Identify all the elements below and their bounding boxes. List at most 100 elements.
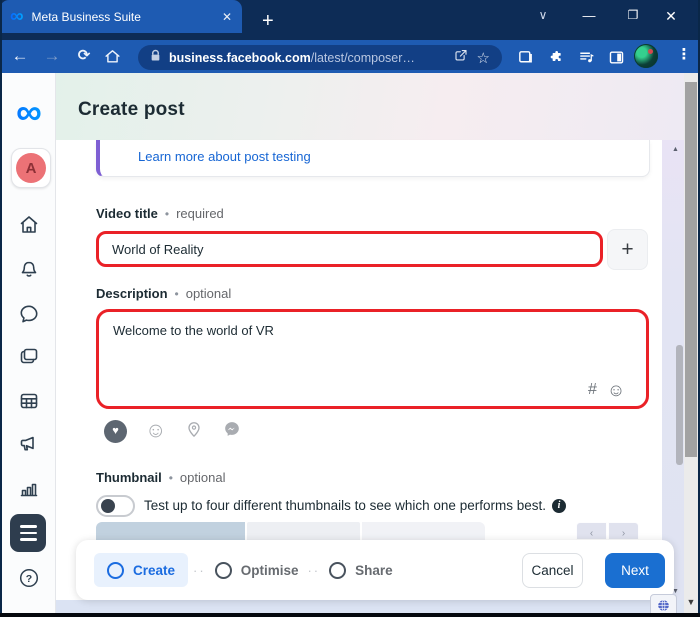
description-requirement: optional [185, 286, 232, 301]
meta-logo-icon[interactable]: ∞ [2, 94, 56, 130]
description-label: Description • optional [96, 286, 231, 301]
thumbnail-label-text: Thumbnail [96, 470, 162, 485]
step-separator: ·· [307, 562, 321, 578]
radio-optimise-icon [214, 561, 232, 579]
back-button[interactable]: ← [8, 46, 32, 66]
scroll-down-icon[interactable]: ▼ [684, 598, 698, 607]
heart-glyph: ♥ [112, 425, 119, 437]
url-domain: business.facebook.com [169, 50, 311, 65]
meta-favicon-icon: ∞ [10, 6, 24, 27]
share-icon[interactable] [453, 48, 469, 68]
sidebar-insights-chart-icon[interactable] [2, 477, 56, 501]
sidebar-content-posts-icon[interactable] [2, 345, 56, 369]
inner-scrollbar-thumb[interactable] [676, 345, 683, 465]
window-close-button[interactable]: ✕ [658, 8, 684, 25]
browser-window: ∞ Meta Business Suite ✕ + ∨ — ❐ ✕ ← → ⟳ … [0, 0, 700, 617]
step-optimise-label: Optimise [240, 562, 299, 578]
info-icon[interactable]: i [551, 498, 566, 513]
browser-profile-avatar[interactable] [634, 44, 658, 68]
sidebar-ads-megaphone-icon[interactable] [2, 432, 56, 456]
next-button[interactable]: Next [605, 553, 665, 588]
playlist-extension-icon[interactable] [575, 46, 597, 68]
window-border [0, 613, 700, 617]
svg-text:?: ? [26, 573, 32, 585]
window-maximize-button[interactable]: ❐ [620, 8, 646, 22]
radio-share-icon [329, 561, 347, 579]
sidebar-inbox-chat-icon[interactable] [2, 302, 56, 326]
window-border [0, 0, 2, 617]
window-chevron-icon[interactable]: ∨ [530, 8, 556, 22]
step-optimise[interactable]: Optimise [211, 561, 303, 579]
sidebar-notifications-bell-icon[interactable] [2, 258, 56, 282]
description-label-text: Description [96, 286, 168, 301]
inner-scroll-up-icon[interactable]: ▲ [672, 146, 679, 153]
plus-icon: + [621, 237, 634, 261]
video-title-requirement: required [176, 206, 224, 221]
thumbnail-test-toggle[interactable] [96, 495, 135, 517]
address-bar[interactable]: business.facebook.com/latest/composer… ☆ [138, 45, 502, 70]
extensions-puzzle-icon[interactable] [545, 46, 567, 68]
home-button[interactable] [104, 48, 121, 70]
side-panel-icon[interactable] [605, 46, 627, 68]
business-avatar[interactable]: A [11, 148, 51, 188]
sidebar-planner-calendar-icon[interactable] [2, 389, 56, 413]
location-pin-icon[interactable] [184, 419, 204, 444]
reload-button[interactable]: ⟳ [72, 46, 96, 66]
video-title-label-text: Video title [96, 206, 158, 221]
chevron-right-icon: › [621, 528, 626, 539]
browser-tab[interactable]: ∞ Meta Business Suite ✕ [0, 0, 242, 33]
step-create-label: Create [133, 562, 176, 578]
sidebar-home-icon[interactable] [2, 213, 56, 237]
thumbnail-frame[interactable] [362, 522, 485, 540]
attachment-row: ♥ ☺ [104, 419, 242, 443]
feeling-emoji-icon[interactable]: ☺ [145, 420, 166, 442]
step-indicator: Create ·· Optimise ·· Share [94, 553, 397, 587]
add-title-button[interactable]: + [607, 229, 648, 270]
toggle-knob [101, 499, 115, 513]
url-text: business.facebook.com/latest/composer… [169, 51, 445, 65]
tab-capture-icon[interactable] [514, 46, 536, 68]
step-share[interactable]: Share [325, 561, 397, 579]
description-textarea[interactable]: Welcome to the world of VR [96, 309, 649, 409]
thumbnail-requirement: optional [179, 470, 226, 485]
thumbnail-prev-button[interactable]: ‹ [576, 522, 607, 540]
forward-button[interactable]: → [40, 46, 64, 66]
messenger-icon[interactable] [222, 419, 242, 444]
thumbnail-help: Test up to four different thumbnails to … [144, 498, 566, 513]
tab-title: Meta Business Suite [31, 9, 141, 24]
thumbnail-help-text: Test up to four different thumbnails to … [144, 498, 546, 513]
thumbnail-next-button[interactable]: › [608, 522, 639, 540]
step-separator: ·· [193, 562, 206, 578]
description-value: Welcome to the world of VR [113, 323, 274, 338]
cancel-button[interactable]: Cancel [522, 553, 583, 588]
engagement-icon[interactable]: ♥ [104, 419, 127, 443]
bookmark-star-icon[interactable]: ☆ [477, 49, 490, 67]
window-minimize-button[interactable]: — [576, 8, 602, 23]
learn-more-link[interactable]: Learn more about post testing [138, 140, 311, 174]
footer-bar: Create ·· Optimise ·· Share Cancel Next [76, 540, 674, 600]
browser-menu-kebab-icon[interactable]: ⋮ [674, 45, 694, 63]
url-path: /latest/composer… [310, 50, 415, 65]
step-share-label: Share [355, 562, 393, 578]
dot-separator: • [174, 286, 179, 301]
avatar-letter: A [16, 153, 46, 183]
radio-create-icon [107, 561, 124, 579]
dot-separator: • [164, 206, 170, 221]
textarea-tools: # ☺ [588, 381, 625, 399]
tab-close-icon[interactable]: ✕ [222, 10, 232, 24]
video-title-input[interactable]: World of Reality [96, 231, 603, 267]
sidebar-all-tools-hamburger-button[interactable] [10, 514, 46, 552]
bottom-background-strip [56, 600, 684, 613]
page-scrollbar-thumb[interactable] [685, 82, 697, 457]
new-tab-button[interactable]: + [262, 11, 274, 31]
step-create[interactable]: Create [94, 553, 189, 587]
sidebar-help-icon[interactable]: ? [2, 566, 56, 590]
thumbnail-frame-selected[interactable] [96, 522, 245, 540]
chevron-left-icon: ‹ [589, 528, 594, 539]
emoji-icon[interactable]: ☺ [607, 381, 625, 399]
hashtag-icon[interactable]: # [588, 381, 597, 399]
dot-separator: • [168, 470, 173, 485]
post-testing-card: Learn more about post testing [96, 140, 650, 177]
thumbnail-label: Thumbnail • optional [96, 470, 225, 485]
thumbnail-frame[interactable] [247, 522, 360, 540]
